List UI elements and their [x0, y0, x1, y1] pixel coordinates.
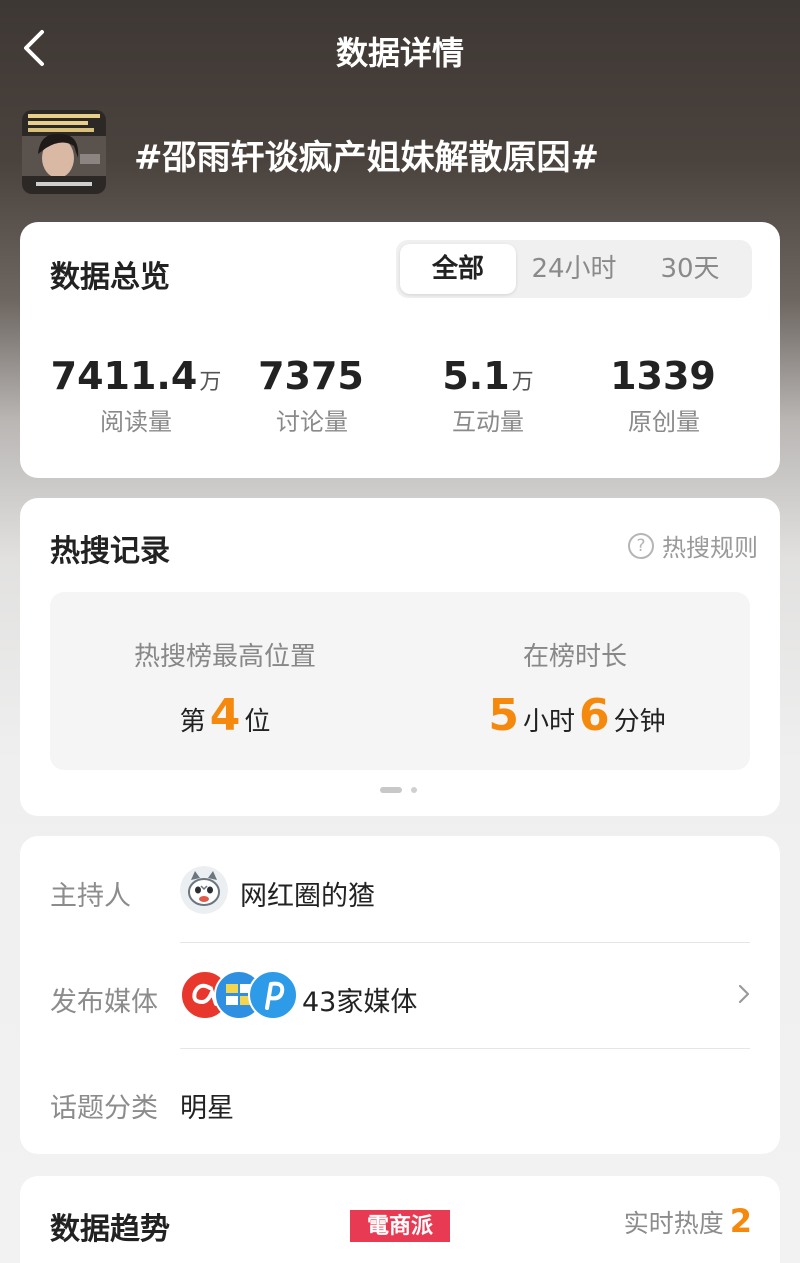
realtime-heat: 实时热度 2 [624, 1202, 752, 1240]
divider [180, 942, 750, 943]
page-dot-active [380, 787, 402, 793]
duration-hours-unit: 小时 [522, 707, 575, 737]
time-on-list-value: 5 小时6 分钟 [400, 690, 750, 741]
category-value: 明星 [180, 1093, 234, 1124]
host-avatar[interactable] [180, 866, 228, 914]
stat-interactions: 5.1万 互动量 [400, 354, 576, 437]
watermark-logo: 電商派 [350, 1210, 450, 1242]
category-label: 话题分类 [50, 1093, 158, 1124]
page-dot [411, 787, 418, 793]
time-range-tabs: 全部 24小时 30天 [396, 240, 752, 298]
host-label: 主持人 [50, 881, 131, 912]
best-rank-suffix: 位 [244, 707, 271, 737]
duration-minutes: 6 [579, 690, 610, 741]
chevron-right-icon [738, 984, 750, 1004]
info-card: 主持人 网红圈的猹 发布媒体 43家媒体 话题分类 明星 [20, 836, 780, 1154]
stat-reads-value: 7411.4 [50, 354, 198, 398]
duration-minutes-unit: 分钟 [613, 707, 666, 737]
stat-discussions-label: 讨论量 [276, 408, 348, 436]
help-icon: ? [628, 532, 654, 559]
realtime-heat-value: 2 [729, 1202, 752, 1240]
stat-reads-unit: 万 [199, 370, 222, 395]
page-title: 数据详情 [335, 34, 464, 72]
divider [180, 1048, 750, 1049]
media-label: 发布媒体 [50, 987, 158, 1018]
host-name[interactable]: 网红圈的猹 [240, 874, 375, 913]
time-on-list: 在榜时长 5 小时6 分钟 [400, 592, 750, 770]
stat-reads-label: 阅读量 [100, 408, 172, 436]
media-logo-3 [248, 970, 298, 1020]
best-rank-value: 第4 位 [50, 690, 400, 741]
best-rank-label: 热搜榜最高位置 [133, 642, 316, 672]
stat-discussions: 7375 讨论量 [224, 354, 400, 437]
tab-30d[interactable]: 30天 [632, 244, 748, 294]
stat-reads: 7411.4万 阅读量 [48, 354, 224, 437]
duration-hours: 5 [488, 690, 519, 741]
topic-thumbnail-image [22, 110, 106, 194]
topic-title: #邵雨轩谈疯产姐妹解散原因# [134, 138, 599, 178]
best-rank: 热搜榜最高位置 第4 位 [50, 592, 400, 770]
hot-search-rules-link[interactable]: ? 热搜规则 [628, 528, 758, 563]
hot-search-title: 热搜记录 [50, 534, 170, 569]
trend-title: 数据趋势 [50, 1212, 170, 1247]
stat-originals-label: 原创量 [628, 408, 700, 436]
stat-interactions-unit: 万 [511, 370, 534, 395]
nav-bar: 数据详情 [0, 0, 800, 100]
stat-interactions-label: 互动量 [452, 408, 524, 436]
best-rank-number: 4 [209, 690, 241, 741]
hot-search-panel[interactable]: 热搜榜最高位置 第4 位 在榜时长 5 小时6 分钟 [50, 592, 750, 770]
hot-search-card: 热搜记录 ? 热搜规则 热搜榜最高位置 第4 位 在榜时长 5 小时6 分钟 [20, 498, 780, 816]
stat-interactions-value: 5.1 [442, 354, 510, 398]
tab-all[interactable]: 全部 [400, 244, 516, 294]
page-indicator [380, 778, 418, 797]
overview-card: 数据总览 全部 24小时 30天 7411.4万 阅读量 7375 讨论量 5.… [20, 222, 780, 478]
hot-search-rules-label: 热搜规则 [662, 534, 758, 562]
stat-discussions-value: 7375 [258, 354, 364, 398]
stat-originals-value: 1339 [610, 354, 716, 398]
cat-avatar-icon [180, 866, 228, 914]
tab-24h[interactable]: 24小时 [516, 244, 632, 294]
topic-thumbnail[interactable] [22, 110, 106, 194]
media-count[interactable]: 43家媒体 [302, 980, 417, 1019]
time-on-list-label: 在榜时长 [522, 642, 627, 672]
p-logo-icon [265, 981, 285, 1010]
topic-header: #邵雨轩谈疯产姐妹解散原因# [22, 110, 782, 200]
stat-originals: 1339 原创量 [576, 354, 752, 437]
overview-title: 数据总览 [50, 260, 170, 295]
realtime-heat-label: 实时热度 [623, 1209, 724, 1238]
media-more-button[interactable] [734, 984, 754, 1004]
best-rank-prefix: 第 [179, 707, 206, 737]
